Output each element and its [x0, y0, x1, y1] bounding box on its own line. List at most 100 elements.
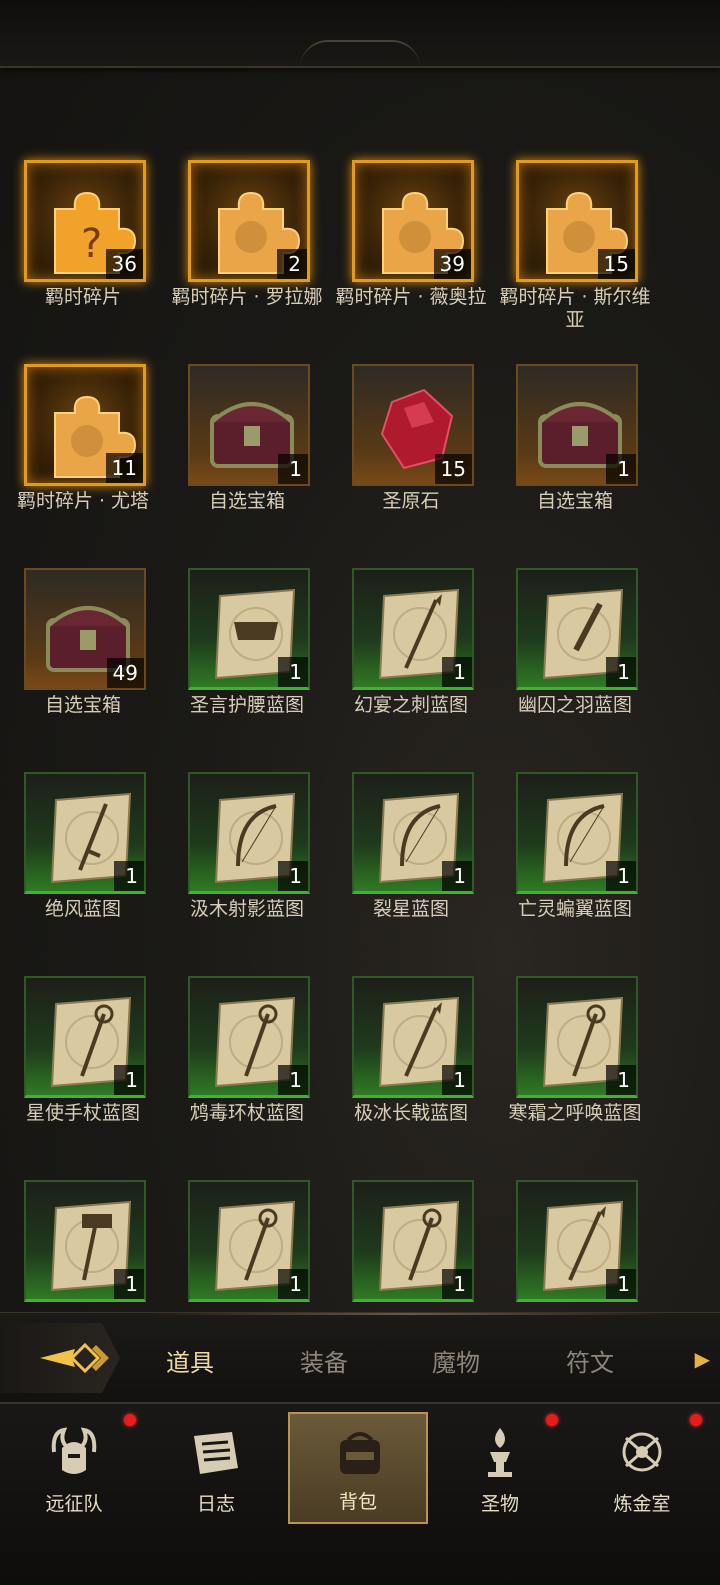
inventory-item[interactable]: 1 极冰长戟蓝图	[328, 976, 494, 1176]
inventory-grid[interactable]: ? 36 羁时碎片 2 羁时碎片 · 罗拉娜 39 羁时碎片 · 薇奥拉 15 羁时碎片 · 斯…	[0, 66, 720, 1306]
item-tile[interactable]: 1	[188, 976, 310, 1098]
item-count: 1	[442, 861, 472, 891]
nav-alchemy[interactable]: 炼金室	[572, 1412, 712, 1524]
item-count: 1	[114, 1269, 144, 1299]
item-label: 亡灵蝙翼蓝图	[517, 898, 632, 920]
item-tile[interactable]: 1	[24, 976, 146, 1098]
item-tile[interactable]: 15	[352, 364, 474, 486]
inventory-item[interactable]: ? 36 羁时碎片	[0, 160, 166, 360]
tab-runes[interactable]: 符文	[566, 1343, 614, 1378]
tab-items[interactable]: 道具	[166, 1343, 214, 1378]
item-label: 裂星蓝图	[372, 898, 449, 920]
item-label: 羁时碎片 · 斯尔维亚	[499, 286, 651, 331]
notification-dot	[546, 1414, 558, 1426]
inventory-item[interactable]: 39 羁时碎片 · 薇奥拉	[328, 160, 494, 360]
tab-equipment[interactable]: 装备	[300, 1343, 348, 1378]
item-count: 49	[106, 658, 144, 688]
item-count: 1	[114, 861, 144, 891]
item-count: 1	[278, 1269, 308, 1299]
tab-monsters[interactable]: 魔物	[432, 1343, 480, 1378]
item-count: 1	[278, 454, 308, 484]
inventory-item[interactable]: 1 亡灵蝙翼蓝图	[492, 772, 658, 972]
top-ornament	[300, 40, 420, 68]
inventory-item[interactable]: 1 自选宝箱	[492, 364, 658, 564]
inventory-item[interactable]: 1 自选宝箱	[164, 364, 330, 564]
svg-text:?: ?	[81, 221, 102, 267]
nav-journal[interactable]: 日志	[146, 1412, 286, 1524]
relic-icon	[488, 1428, 512, 1477]
item-label: 圣言护腰蓝图	[189, 694, 304, 716]
inventory-item[interactable]: 2 羁时碎片 · 罗拉娜	[164, 160, 330, 360]
item-count: 1	[278, 1065, 308, 1095]
inventory-item[interactable]: 49 自选宝箱	[0, 568, 166, 768]
item-tile[interactable]: 1	[188, 364, 310, 486]
item-tile[interactable]: 1	[188, 1180, 310, 1302]
item-tile[interactable]: 2	[188, 160, 310, 282]
notification-dot	[690, 1414, 702, 1426]
item-label: 鸩毒环杖蓝图	[189, 1102, 304, 1124]
item-tile[interactable]: 15	[516, 160, 638, 282]
item-label: 极冰长戟蓝图	[353, 1102, 468, 1124]
inventory-item[interactable]: 1 圣言护腰蓝图	[164, 568, 330, 768]
inventory-item[interactable]: 1 寒霜之呼唤蓝图	[492, 976, 658, 1176]
item-tile[interactable]: 1	[24, 772, 146, 894]
inventory-item[interactable]: 1	[492, 1180, 658, 1306]
nav-relics[interactable]: 圣物	[430, 1412, 570, 1524]
item-count: 2	[277, 249, 307, 279]
item-tile[interactable]: 1	[352, 772, 474, 894]
item-label: 绝风蓝图	[44, 898, 121, 920]
item-count: 1	[278, 861, 308, 891]
nav-expedition[interactable]: 远征队	[4, 1412, 144, 1524]
item-tile[interactable]: 49	[24, 568, 146, 690]
item-label: 羁时碎片 · 罗拉娜	[171, 286, 323, 308]
inventory-item[interactable]: 1 星使手杖蓝图	[0, 976, 166, 1176]
item-count: 1	[606, 657, 636, 687]
nav-label: 圣物	[480, 1493, 519, 1515]
item-tile[interactable]: 1	[516, 364, 638, 486]
item-tile[interactable]: 1	[24, 1180, 146, 1302]
inventory-item[interactable]: 1 裂星蓝图	[328, 772, 494, 972]
inventory-item[interactable]: 15 羁时碎片 · 斯尔维亚	[492, 160, 658, 360]
inventory-item[interactable]: 1	[164, 1180, 330, 1306]
item-tile[interactable]: 1	[352, 568, 474, 690]
inventory-item[interactable]: 1 幽囚之羽蓝图	[492, 568, 658, 768]
item-tile[interactable]: 11	[24, 364, 146, 486]
nav-backpack[interactable]: 背包	[288, 1412, 428, 1524]
inventory-item[interactable]: 1 汲木射影蓝图	[164, 772, 330, 972]
item-tile[interactable]: 1	[516, 976, 638, 1098]
inventory-item[interactable]: 1 幻宴之刺蓝图	[328, 568, 494, 768]
item-label: 幽囚之羽蓝图	[517, 694, 632, 716]
item-tile[interactable]: 1	[516, 568, 638, 690]
item-label: 汲木射影蓝图	[189, 898, 304, 920]
inventory-item[interactable]: 15 圣原石	[328, 364, 494, 564]
top-ornament-bar	[0, 0, 720, 68]
item-tile[interactable]: 1	[516, 1180, 638, 1302]
item-count: 1	[442, 657, 472, 687]
item-label: 自选宝箱	[208, 490, 285, 512]
nav-label: 炼金室	[613, 1493, 671, 1515]
collapse-button[interactable]	[0, 1323, 120, 1393]
inventory-item[interactable]: 1 绝风蓝图	[0, 772, 166, 972]
backpack-icon	[340, 1432, 380, 1474]
nav-label: 远征队	[45, 1493, 103, 1515]
inventory-item[interactable]: 1 鸩毒环杖蓝图	[164, 976, 330, 1176]
item-tile[interactable]: 1	[352, 1180, 474, 1302]
item-count: 15	[434, 454, 472, 484]
helmet-icon	[51, 1427, 97, 1474]
item-tile[interactable]: ? 36	[24, 160, 146, 282]
chevron-right-icon[interactable]: ▶	[695, 1347, 710, 1371]
item-count: 15	[597, 249, 635, 279]
item-tile[interactable]: 39	[352, 160, 474, 282]
item-count: 1	[606, 1269, 636, 1299]
item-tile[interactable]: 1	[188, 568, 310, 690]
inventory-item[interactable]: 1	[0, 1180, 166, 1306]
item-count: 1	[278, 657, 308, 687]
inventory-item[interactable]: 1	[328, 1180, 494, 1306]
item-tile[interactable]: 1	[516, 772, 638, 894]
inventory-item[interactable]: 11 羁时碎片 · 尤塔	[0, 364, 166, 564]
item-count: 1	[114, 1065, 144, 1095]
item-tile[interactable]: 1	[352, 976, 474, 1098]
item-count: 39	[433, 249, 471, 279]
item-label: 自选宝箱	[44, 694, 121, 716]
item-tile[interactable]: 1	[188, 772, 310, 894]
